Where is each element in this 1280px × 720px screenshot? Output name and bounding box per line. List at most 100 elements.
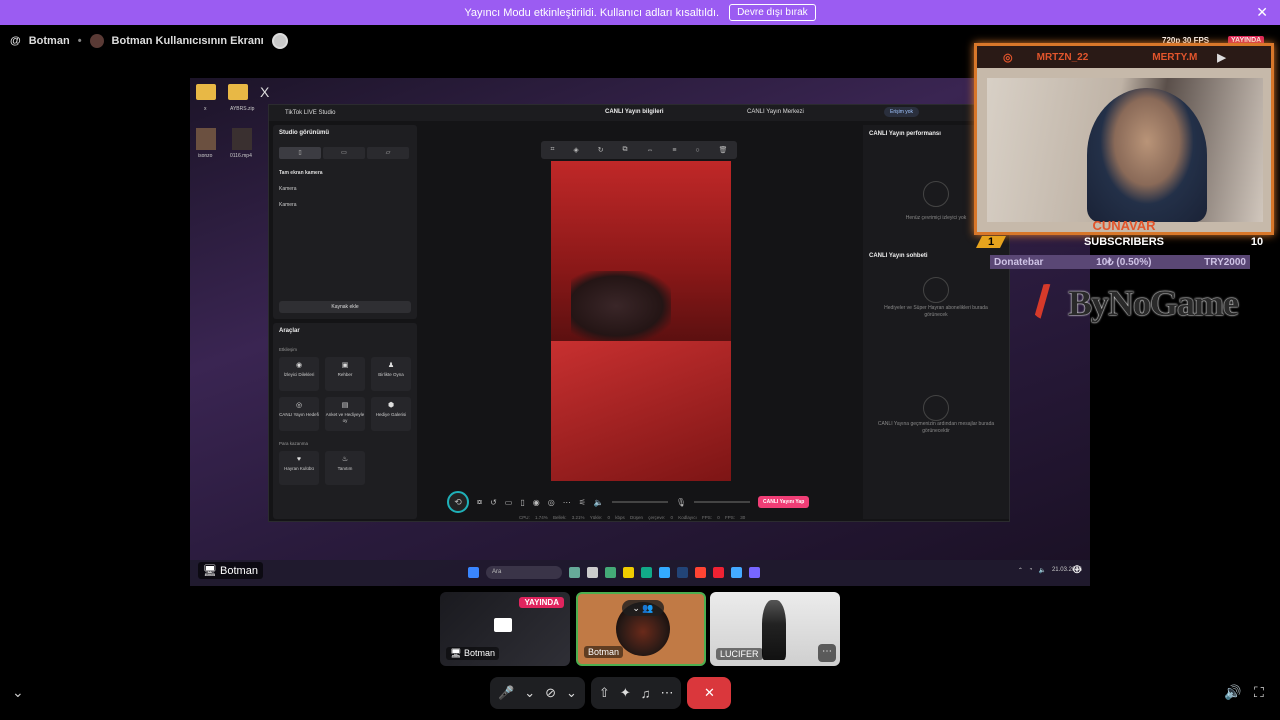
live-center-link[interactable]: CANLI Yayın Merkezi: [747, 109, 804, 115]
source-camera-2[interactable]: Kamera: [279, 202, 297, 208]
more-icon[interactable]: ⋯: [660, 685, 673, 701]
wifi-icon[interactable]: ◔: [1029, 567, 1033, 574]
tile-controls[interactable]: ⌄ 👥: [622, 600, 664, 616]
tool-play-together[interactable]: ♟ Birlikte Oyna: [371, 357, 411, 391]
refresh-icon[interactable]: ○: [695, 147, 699, 154]
participant-tile-botman[interactable]: ⌄ 👥 Botman: [576, 592, 706, 666]
edge-icon[interactable]: [641, 567, 652, 578]
refresh-icon[interactable]: ↺: [490, 498, 497, 507]
channel-name[interactable]: Botman: [29, 35, 70, 47]
record-icon[interactable]: ◉: [533, 498, 540, 507]
streamer-figure: [1087, 88, 1207, 222]
layer-icon[interactable]: ≡: [672, 147, 676, 154]
task-view-icon[interactable]: [587, 567, 598, 578]
zoom-icon[interactable]: ⊕: [1072, 562, 1082, 576]
tiktok-icon[interactable]: [713, 567, 724, 578]
trash-icon[interactable]: 🗑: [719, 146, 728, 154]
app-icon[interactable]: [605, 567, 616, 578]
banner-text: Yayıncı Modu etkinleştirildi. Kullanıcı …: [464, 6, 720, 19]
filter-icon[interactable]: ◈: [573, 146, 578, 154]
desktop-file-thumb[interactable]: [196, 128, 216, 150]
desktop-file-thumb[interactable]: [232, 128, 252, 150]
tool-guide[interactable]: ▣ Rehber: [325, 357, 365, 391]
close-banner-icon[interactable]: ✕: [1256, 4, 1268, 21]
chrome-icon[interactable]: [731, 567, 742, 578]
disable-streamer-mode-button[interactable]: Devre dışı bırak: [729, 4, 816, 21]
store-icon[interactable]: [659, 567, 670, 578]
chevron-down-icon[interactable]: ⌄: [566, 685, 577, 701]
volume-slider[interactable]: [611, 501, 668, 503]
camera-preview[interactable]: [551, 161, 731, 481]
chevron-down-icon[interactable]: ⌄: [524, 685, 535, 701]
source-camera-1[interactable]: Kamera: [279, 186, 297, 192]
discord-icon[interactable]: [749, 567, 760, 578]
participant-tile-screen[interactable]: YAYINDA 🖥 Botman: [440, 592, 570, 666]
instagram-name: MRTZN_22: [1036, 51, 1089, 63]
steam-icon[interactable]: [677, 567, 688, 578]
monitor-icon[interactable]: ▭: [505, 498, 513, 507]
participant-label: Botman: [584, 646, 624, 658]
chat-msgs-text: CANLI Yayına geçmenizin ardından mesajla…: [877, 421, 995, 434]
mic-slider[interactable]: [694, 501, 751, 503]
tool-promote[interactable]: ♨ Tanıtım: [325, 451, 365, 485]
explorer-icon[interactable]: [623, 567, 634, 578]
disconnect-button[interactable]: ✕: [687, 677, 732, 709]
chevron-down-icon[interactable]: ⌄: [632, 603, 640, 613]
volume-icon[interactable]: 🔈: [1038, 567, 1045, 574]
crop-icon[interactable]: ⌗: [550, 146, 554, 154]
separator: •: [77, 35, 82, 47]
more-icon[interactable]: ⋯: [563, 498, 571, 507]
landscape-tab[interactable]: ▭: [323, 147, 365, 159]
add-source-button[interactable]: Kaynak ekle: [279, 301, 411, 313]
tool-gift-gallery[interactable]: ⬢ Hediye Galerisi: [371, 397, 411, 431]
windows-start-icon[interactable]: [468, 567, 479, 578]
viewer-avatar[interactable]: [271, 33, 288, 49]
brave-icon[interactable]: [695, 567, 706, 578]
tool-viewer-requests[interactable]: ◉ İzleyici Dilekleri: [279, 357, 319, 391]
sources-panel: Studio görünümü ▯ ▭ ▱ Tam ekran kamera K…: [273, 125, 417, 319]
volume-icon[interactable]: 🔊: [1224, 684, 1241, 701]
rotate-icon[interactable]: ↻: [598, 146, 604, 154]
donate-bar: Donatebar 10₺ (0.50%) TRY2000: [990, 255, 1250, 269]
tray-arrow-icon[interactable]: ⌃: [1018, 567, 1023, 574]
camera-toggle-icon[interactable]: ⟲: [447, 491, 469, 513]
app-icon[interactable]: X: [260, 84, 278, 100]
copy-icon[interactable]: ⧉: [623, 146, 628, 154]
target-icon[interactable]: ◎: [548, 498, 555, 507]
share-screen-icon[interactable]: ⇧: [599, 685, 610, 701]
chevron-down-icon[interactable]: ⌄: [12, 684, 24, 701]
activities-icon[interactable]: ✦: [620, 685, 631, 701]
call-header: @ Botman • Botman Kullanıcısının Ekranı: [10, 32, 288, 50]
mirror-icon[interactable]: ⇔: [646, 147, 653, 154]
soundboard-icon[interactable]: ♫: [641, 686, 651, 701]
studio-bottom-controls: ⟲ ⧇ ↺ ▭ ▯ ◉ ◎ ⋯ ⚟ 🔈 🎙 CANLI Yayını Yap: [447, 491, 827, 513]
participant-tile-lucifer[interactable]: LUCIFER ⋯: [710, 592, 840, 666]
go-live-button[interactable]: CANLI Yayını Yap: [758, 496, 810, 508]
tool-live-goal[interactable]: ◎ CANLI Yayın Hedefi: [279, 397, 319, 431]
scene-title[interactable]: Tam ekran kamera: [279, 170, 323, 176]
speaker-icon[interactable]: 🔈: [594, 498, 604, 507]
screen-icon[interactable]: ⧇: [477, 497, 482, 507]
tool-poll[interactable]: ▤ Anket ve Hediyeyle oy: [325, 397, 365, 431]
folder-icon[interactable]: [228, 84, 248, 100]
phone-icon[interactable]: ▯: [520, 498, 524, 507]
users-icon[interactable]: 👥: [642, 603, 653, 613]
interaction-section: Etkileşim: [279, 347, 298, 352]
settings-sliders-icon[interactable]: ⚟: [579, 498, 586, 507]
studio-view-title[interactable]: Studio görünümü: [279, 130, 329, 136]
desktop-label: isonzo: [198, 153, 213, 159]
more-icon[interactable]: ⋯: [818, 644, 836, 662]
live-info-title[interactable]: CANLI Yayın bilgileri: [605, 109, 664, 115]
tool-fan-club[interactable]: ♥ Hayran Kulübü: [279, 451, 319, 485]
widget-icon[interactable]: [569, 567, 580, 578]
split-tab[interactable]: ▱: [367, 147, 409, 159]
fullscreen-icon[interactable]: ⛶: [1254, 684, 1264, 701]
camera-off-icon[interactable]: ⊘: [545, 685, 556, 701]
access-pill[interactable]: Erişim yok: [884, 107, 920, 117]
taskbar-search[interactable]: Ara: [486, 566, 562, 579]
microphone-icon[interactable]: 🎙: [676, 498, 686, 507]
folder-icon[interactable]: [196, 84, 216, 100]
microphone-icon[interactable]: 🎤: [498, 685, 514, 701]
portrait-tab[interactable]: ▯: [279, 147, 321, 159]
screen-share-view[interactable]: X x AYBRS.zip isonzo 0116.mp4 TikTok LIV…: [190, 78, 1090, 586]
